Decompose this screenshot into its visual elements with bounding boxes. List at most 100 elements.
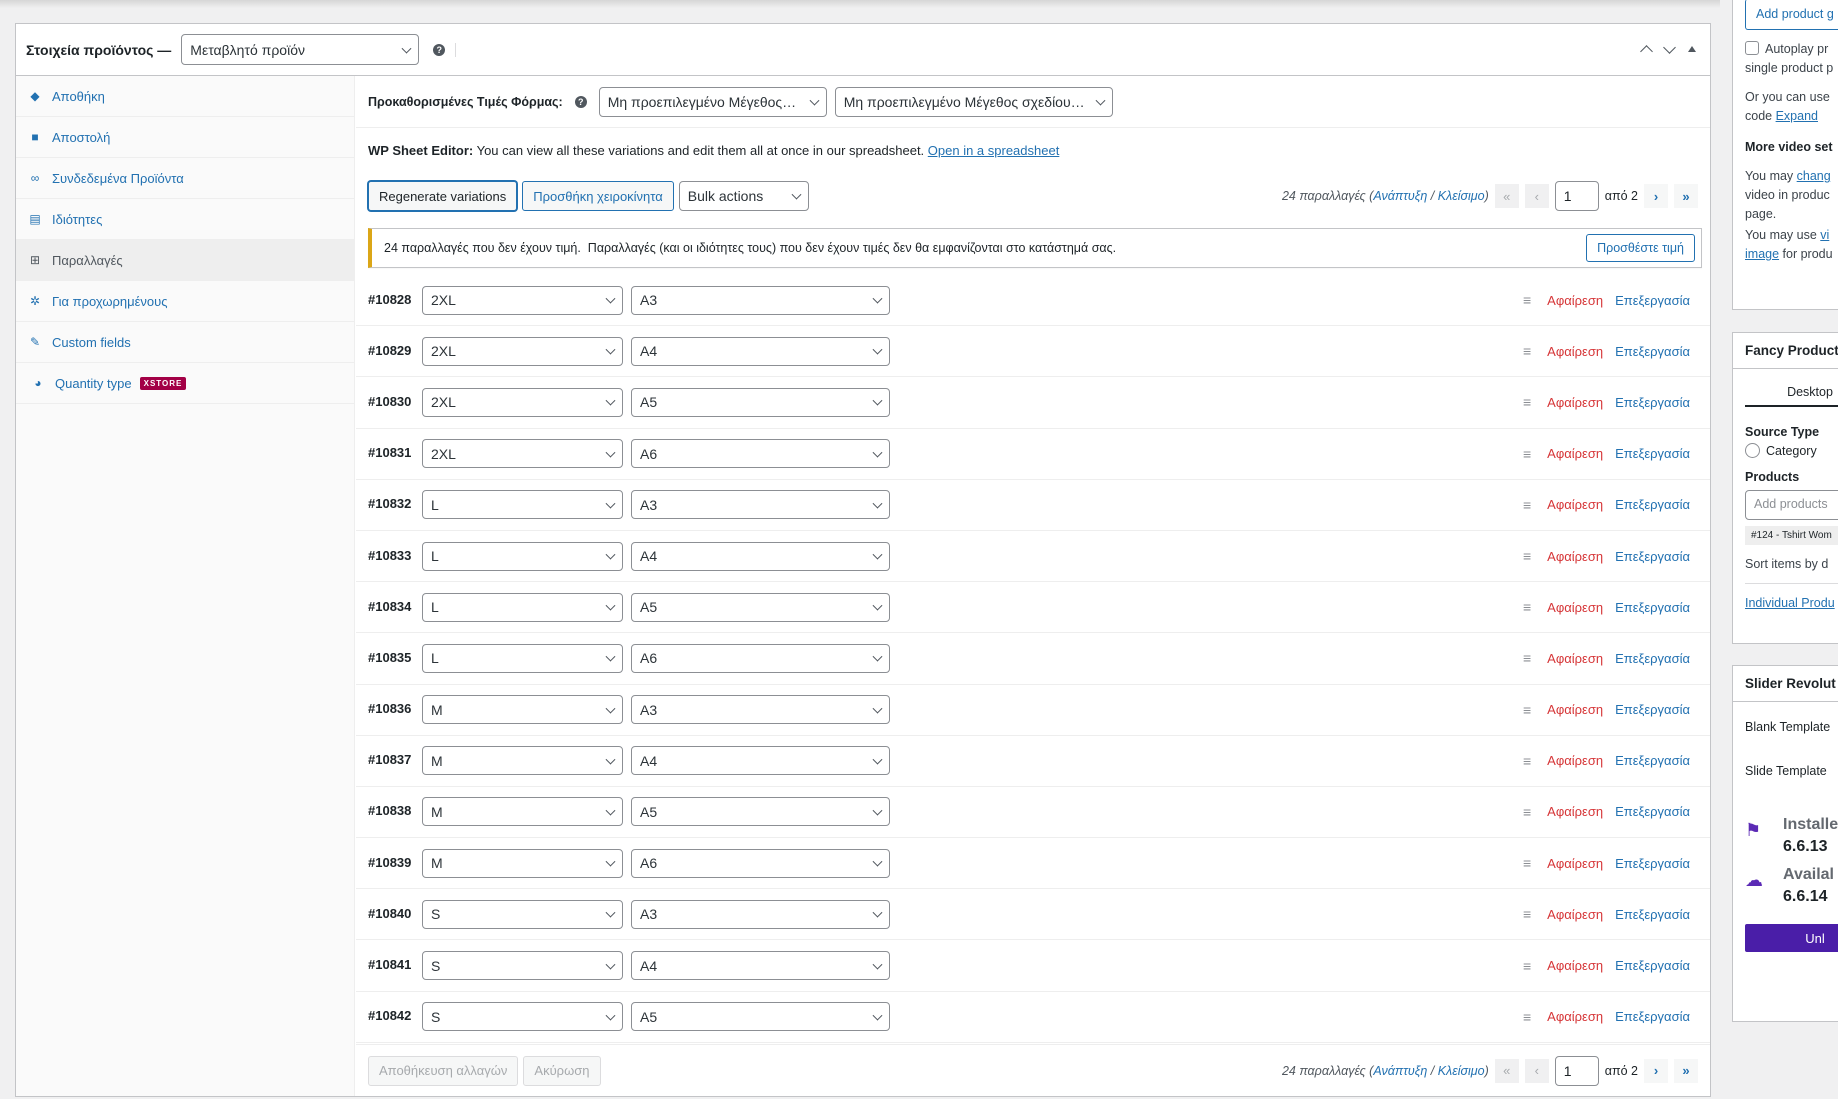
last-page-button[interactable]: » — [1674, 184, 1698, 208]
first-page-button[interactable]: « — [1494, 184, 1519, 208]
remove-variation-link[interactable]: Αφαίρεση — [1547, 651, 1603, 666]
expand-all-link[interactable]: Ανάπτυξη — [1373, 1064, 1427, 1078]
change-link[interactable]: chang — [1797, 169, 1831, 183]
variation-row[interactable]: #10829 2XL A4 ≡ Αφαίρεση Επεξεργασία — [356, 326, 1710, 378]
default-design-size-select[interactable]: Μη προεπιλεγμένο Μέγεθος σχεδίου… — [834, 86, 1113, 117]
design-size-select[interactable]: A3 — [631, 285, 890, 315]
drag-handle-icon[interactable]: ≡ — [1523, 906, 1531, 922]
close-all-link[interactable]: Κλείσιμο — [1438, 1064, 1485, 1078]
size-select[interactable]: L — [422, 592, 623, 622]
next-page-button[interactable]: › — [1644, 1058, 1668, 1083]
category-radio[interactable] — [1745, 443, 1760, 458]
edit-variation-link[interactable]: Επεξεργασία — [1615, 600, 1690, 615]
product-chip[interactable]: #124 - Tshirt Wom — [1745, 526, 1838, 545]
design-size-select[interactable]: A6 — [631, 643, 890, 673]
drag-handle-icon[interactable]: ≡ — [1523, 548, 1531, 564]
size-select[interactable]: 2XL — [422, 439, 623, 469]
remove-variation-link[interactable]: Αφαίρεση — [1547, 958, 1603, 973]
variation-row[interactable]: #10838 M A5 ≡ Αφαίρεση Επεξεργασία — [356, 787, 1710, 839]
drag-handle-icon[interactable]: ≡ — [1523, 446, 1531, 462]
edit-variation-link[interactable]: Επεξεργασία — [1615, 549, 1690, 564]
drag-handle-icon[interactable]: ≡ — [1523, 497, 1531, 513]
design-size-select[interactable]: A4 — [631, 746, 890, 776]
bulk-actions-select[interactable]: Bulk actions — [678, 181, 809, 211]
tab-advanced[interactable]: ✲ Για προχωρημένους — [16, 281, 354, 322]
tab-variations[interactable]: ⊞ Παραλλαγές — [16, 240, 354, 281]
next-page-button[interactable]: › — [1644, 184, 1668, 208]
individual-product-link[interactable]: Individual Produ — [1745, 596, 1835, 610]
variation-row[interactable]: #10839 M A6 ≡ Αφαίρεση Επεξεργασία — [356, 838, 1710, 890]
tab-quantity-type[interactable]: ◕ Quantity type XSTORE — [16, 363, 354, 404]
tab-desktop[interactable]: Desktop — [1745, 371, 1838, 407]
size-select[interactable]: S — [422, 1002, 623, 1032]
tab-attributes[interactable]: ▤ Ιδιότητες — [16, 199, 354, 240]
remove-variation-link[interactable]: Αφαίρεση — [1547, 497, 1603, 512]
drag-handle-icon[interactable]: ≡ — [1523, 292, 1531, 308]
remove-variation-link[interactable]: Αφαίρεση — [1547, 395, 1603, 410]
page-select[interactable]: 1 — [1554, 1055, 1599, 1086]
tab-linked-products[interactable]: ∞ Συνδεδεμένα Προϊόντα — [16, 158, 354, 199]
variation-row[interactable]: #10837 M A4 ≡ Αφαίρεση Επεξεργασία — [356, 736, 1710, 787]
prev-page-button[interactable]: ‹ — [1524, 184, 1549, 208]
page-select[interactable]: 1 — [1554, 181, 1599, 211]
drag-handle-icon[interactable]: ≡ — [1523, 650, 1531, 666]
size-select[interactable]: M — [422, 746, 623, 776]
variation-row[interactable]: #10835 L A6 ≡ Αφαίρεση Επεξεργασία — [356, 633, 1710, 685]
default-size-select[interactable]: Μη προεπιλεγμένο Μέγεθος… — [598, 86, 827, 117]
drag-handle-icon[interactable]: ≡ — [1523, 753, 1531, 769]
move-up-icon[interactable] — [1640, 45, 1653, 58]
image-link[interactable]: image — [1745, 247, 1779, 261]
remove-variation-link[interactable]: Αφαίρεση — [1547, 549, 1603, 564]
variation-row[interactable]: #10842 S A5 ≡ Αφαίρεση Επεξεργασία — [356, 992, 1710, 1043]
last-page-button[interactable]: » — [1674, 1058, 1698, 1083]
edit-variation-link[interactable]: Επεξεργασία — [1615, 856, 1690, 871]
move-down-icon[interactable] — [1663, 40, 1676, 54]
design-size-select[interactable]: A4 — [631, 336, 890, 366]
variation-row[interactable]: #10832 L A3 ≡ Αφαίρεση Επεξεργασία — [356, 480, 1710, 531]
remove-variation-link[interactable]: Αφαίρεση — [1547, 804, 1603, 819]
autoplay-checkbox[interactable] — [1745, 41, 1759, 55]
edit-variation-link[interactable]: Επεξεργασία — [1615, 702, 1690, 717]
size-select[interactable]: S — [422, 899, 623, 929]
remove-variation-link[interactable]: Αφαίρεση — [1547, 1009, 1603, 1024]
remove-variation-link[interactable]: Αφαίρεση — [1547, 344, 1603, 359]
drag-handle-icon[interactable]: ≡ — [1523, 958, 1531, 974]
size-select[interactable]: L — [422, 541, 623, 571]
add-manually-button[interactable]: Προσθήκη χειροκίνητα — [522, 181, 674, 211]
edit-variation-link[interactable]: Επεξεργασία — [1615, 804, 1690, 819]
design-size-select[interactable]: A5 — [631, 387, 890, 417]
remove-variation-link[interactable]: Αφαίρεση — [1547, 907, 1603, 922]
collapse-toggle-icon[interactable] — [1688, 46, 1696, 52]
add-price-button[interactable]: Προσθέστε τιμή — [1586, 234, 1695, 262]
edit-variation-link[interactable]: Επεξεργασία — [1615, 395, 1690, 410]
variation-row[interactable]: #10828 2XL A3 ≡ Αφαίρεση Επεξεργασία — [356, 275, 1710, 327]
drag-handle-icon[interactable]: ≡ — [1523, 702, 1531, 718]
design-size-select[interactable]: A3 — [631, 695, 890, 725]
close-all-link[interactable]: Κλείσιμο — [1438, 189, 1485, 203]
drag-handle-icon[interactable]: ≡ — [1523, 1009, 1531, 1025]
tab-custom-fields[interactable]: ✎ Custom fields — [16, 322, 354, 363]
design-size-select[interactable]: A6 — [631, 439, 890, 469]
edit-variation-link[interactable]: Επεξεργασία — [1615, 446, 1690, 461]
variation-row[interactable]: #10830 2XL A5 ≡ Αφαίρεση Επεξεργασία — [356, 377, 1710, 429]
variation-row[interactable]: #10840 S A3 ≡ Αφαίρεση Επεξεργασία — [356, 889, 1710, 941]
drag-handle-icon[interactable]: ≡ — [1523, 394, 1531, 410]
drag-handle-icon[interactable]: ≡ — [1523, 804, 1531, 820]
first-page-button[interactable]: « — [1494, 1058, 1519, 1083]
expand-all-link[interactable]: Ανάπτυξη — [1373, 189, 1427, 203]
drag-handle-icon[interactable]: ≡ — [1523, 855, 1531, 871]
design-size-select[interactable]: A5 — [631, 592, 890, 622]
save-changes-button[interactable]: Αποθήκευση αλλαγών — [368, 1055, 519, 1086]
drag-handle-icon[interactable]: ≡ — [1523, 343, 1531, 359]
edit-variation-link[interactable]: Επεξεργασία — [1615, 907, 1690, 922]
size-select[interactable]: S — [422, 951, 623, 981]
edit-variation-link[interactable]: Επεξεργασία — [1615, 497, 1690, 512]
design-size-select[interactable]: A3 — [631, 490, 890, 520]
edit-variation-link[interactable]: Επεξεργασία — [1615, 1009, 1690, 1024]
size-select[interactable]: L — [422, 490, 623, 520]
unlock-button[interactable]: Unl — [1745, 924, 1838, 952]
remove-variation-link[interactable]: Αφαίρεση — [1547, 293, 1603, 308]
add-products-input[interactable]: Add products — [1745, 490, 1838, 520]
edit-variation-link[interactable]: Επεξεργασία — [1615, 958, 1690, 973]
remove-variation-link[interactable]: Αφαίρεση — [1547, 600, 1603, 615]
